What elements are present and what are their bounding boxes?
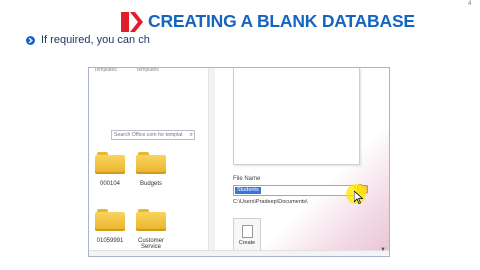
mouse-cursor-icon [354, 191, 363, 204]
file-path-text: C:\Users\Pradeep\Documents\ [233, 199, 308, 205]
templates-scrollbar[interactable] [208, 68, 215, 256]
create-label: Create [238, 240, 256, 246]
template-folder-label[interactable]: 01059991 [89, 238, 132, 244]
new-document-icon [242, 225, 253, 238]
slide-logo-icon [121, 12, 143, 32]
folder-icon[interactable] [95, 209, 125, 231]
template-search-placeholder: Search Office.com for templat [114, 132, 183, 138]
template-top-label: Templates [94, 67, 117, 73]
template-folder-label[interactable]: 000104 [89, 181, 132, 187]
template-top-label: Templates [136, 67, 159, 73]
bullet-text: If required, you can ch [41, 34, 150, 46]
template-folder-label[interactable]: Budgets [129, 181, 173, 187]
template-search-input[interactable]: Search Office.com for templat ⌕ [111, 130, 195, 140]
create-button[interactable]: Create [233, 218, 261, 252]
horizontal-scrollbar[interactable] [89, 250, 389, 256]
blank-database-pane: File Name Students C:\Users\Pradeep\Docu… [215, 68, 389, 256]
folder-icon[interactable] [95, 152, 125, 174]
folder-icon[interactable] [136, 209, 166, 231]
magnifier-icon[interactable]: ⌕ [190, 131, 193, 139]
corner-mark: 4 [468, 1, 472, 7]
database-preview [233, 68, 360, 165]
slide-title: CREATING A BLANK DATABASE [148, 11, 415, 31]
scroll-down-arrow-icon[interactable]: ▼ [380, 247, 386, 253]
file-name-input[interactable]: Students [233, 185, 355, 196]
template-folder-label[interactable]: Customer Service [129, 238, 173, 250]
access-screenshot: Templates Templates Search Office.com fo… [88, 67, 390, 257]
file-name-label: File Name [233, 176, 261, 182]
chevron-bullet-icon [26, 36, 35, 45]
templates-pane: Templates Templates Search Office.com fo… [89, 67, 209, 256]
file-name-value: Students [235, 187, 261, 194]
folder-icon[interactable] [136, 152, 166, 174]
